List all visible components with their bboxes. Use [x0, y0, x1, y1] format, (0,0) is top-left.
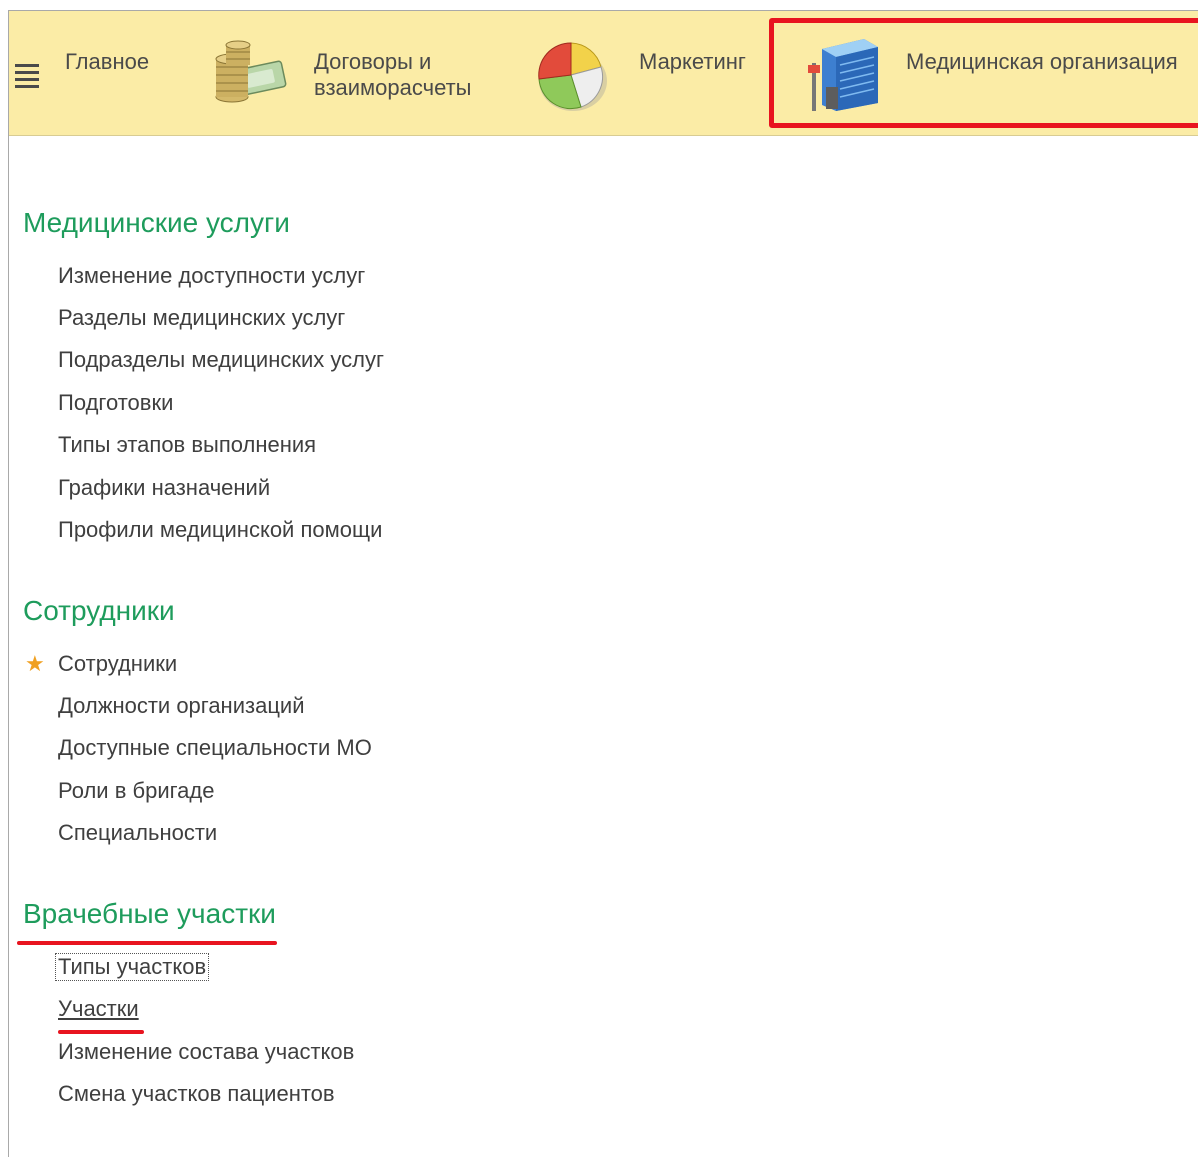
link-execution-stage-types[interactable]: Типы этапов выполнения: [58, 432, 316, 458]
pie-chart-icon: [538, 42, 607, 111]
annotation-underline-districts: [58, 1030, 144, 1034]
nav-item-marketing[interactable]: Маркетинг: [529, 11, 764, 135]
link-preparations[interactable]: Подготовки: [58, 390, 173, 416]
annotation-underline-section: [17, 941, 277, 945]
link-service-subsections[interactable]: Подразделы медицинских услуг: [58, 347, 384, 373]
nav-item-main[interactable]: Главное: [49, 11, 199, 135]
hamburger-menu-icon[interactable]: [13, 61, 41, 89]
link-available-specialties[interactable]: Доступные специальности МО: [58, 735, 372, 761]
section-title-medical-districts: Врачебные участки: [23, 898, 276, 929]
nav-item-main-label: Главное: [65, 49, 150, 74]
link-patient-district-change[interactable]: Смена участков пациентов: [58, 1081, 335, 1107]
section-commands-panel: Медицинские услуги Изменение доступности…: [9, 135, 1198, 1157]
favorite-star-icon[interactable]: ★: [25, 651, 45, 677]
section-panel: Главное Договоры и взаиморасчеты Маркети…: [9, 11, 1198, 136]
link-districts[interactable]: Участки: [58, 996, 139, 1022]
link-district-composition-change[interactable]: Изменение состава участков: [58, 1039, 354, 1065]
section-title-medical-services: Медицинские услуги: [23, 207, 290, 238]
nav-item-contracts-label: Договоры и взаиморасчеты: [314, 49, 472, 101]
nav-item-contracts-label-line2: взаиморасчеты: [314, 75, 472, 100]
nav-item-medical-organization-label: Медицинская организация: [906, 49, 1178, 74]
link-employees[interactable]: Сотрудники: [58, 651, 177, 677]
link-service-availability[interactable]: Изменение доступности услуг: [58, 263, 365, 289]
section-title-employees: Сотрудники: [23, 595, 175, 626]
link-specialties[interactable]: Специальности: [58, 820, 217, 846]
link-service-sections[interactable]: Разделы медицинских услуг: [58, 305, 345, 331]
link-assignment-schedules[interactable]: Графики назначений: [58, 475, 270, 501]
nav-item-contracts[interactable]: Договоры и взаиморасчеты: [204, 11, 524, 135]
link-care-profiles[interactable]: Профили медицинской помощи: [58, 517, 382, 543]
hospital-building-icon: [808, 39, 878, 111]
link-team-roles[interactable]: Роли в бригаде: [58, 778, 214, 804]
link-organization-positions[interactable]: Должности организаций: [58, 693, 305, 719]
nav-item-marketing-label: Маркетинг: [639, 49, 746, 74]
link-district-types[interactable]: Типы участков: [54, 953, 210, 981]
app-window: Главное Договоры и взаиморасчеты Маркети…: [8, 10, 1198, 1157]
nav-item-medical-organization[interactable]: Медицинская организация: [784, 11, 1198, 135]
nav-item-contracts-label-line1: Договоры и: [314, 49, 432, 74]
coins-money-icon: [215, 40, 287, 103]
